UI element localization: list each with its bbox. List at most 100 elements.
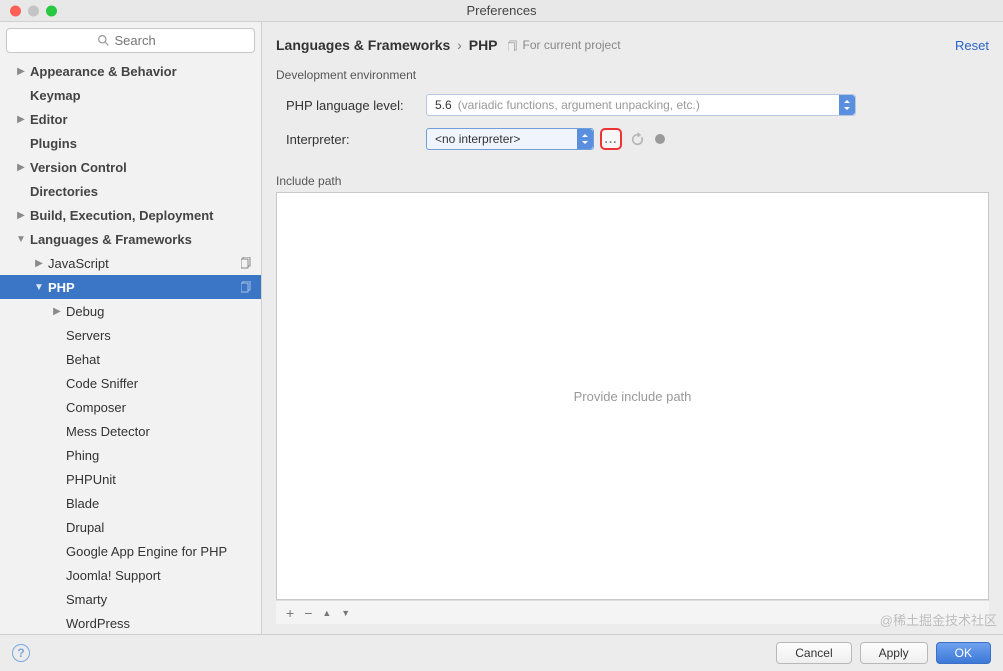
search-field[interactable] — [115, 33, 165, 48]
apply-button[interactable]: Apply — [860, 642, 928, 664]
tree-item-keymap[interactable]: Keymap — [0, 83, 261, 107]
include-path-list[interactable]: Provide include path — [276, 192, 989, 600]
tree-item-directories[interactable]: Directories — [0, 179, 261, 203]
expand-icon: ▶ — [34, 258, 44, 269]
section-development-environment: Development environment — [276, 68, 989, 82]
tree-item-phing[interactable]: Phing — [0, 443, 261, 467]
tree-item-smarty[interactable]: Smarty — [0, 587, 261, 611]
tree-item-editor[interactable]: ▶ Editor — [0, 107, 261, 131]
php-language-level-value: 5.6 — [435, 98, 452, 112]
tree-item-appearance-behavior[interactable]: ▶ Appearance & Behavior — [0, 59, 261, 83]
refresh-icon[interactable] — [630, 132, 645, 147]
scope-icon — [241, 281, 253, 293]
dropdown-arrows-icon — [577, 129, 593, 149]
dialog-footer: ? Cancel Apply OK — [0, 634, 1003, 670]
sidebar: ▶ Appearance & Behavior Keymap ▶ Editor Plugi… — [0, 22, 262, 634]
tree-item-label: Google App Engine for PHP — [66, 544, 227, 559]
tree-item-mess-detector[interactable]: Mess Detector — [0, 419, 261, 443]
tree-item-label: Drupal — [66, 520, 104, 535]
move-down-button[interactable]: ▼ — [341, 608, 350, 618]
breadcrumb-part-1: Languages & Frameworks — [276, 37, 450, 53]
tree-item-languages-frameworks[interactable]: ▼ Languages & Frameworks — [0, 227, 261, 251]
tree-item-debug[interactable]: ▶ Debug — [0, 299, 261, 323]
tree-item-label: Code Sniffer — [66, 376, 138, 391]
tree-item-label: Languages & Frameworks — [30, 232, 192, 247]
tree-item-label: Editor — [30, 112, 68, 127]
window-minimize-icon[interactable] — [28, 5, 39, 16]
interpreter-value: <no interpreter> — [435, 132, 520, 146]
window-title: Preferences — [466, 3, 536, 18]
search-input[interactable] — [6, 28, 255, 53]
tree-item-label: WordPress — [66, 616, 130, 631]
dropdown-arrows-icon — [839, 95, 855, 115]
tree-item-label: Keymap — [30, 88, 81, 103]
php-language-level-label: PHP language level: — [286, 98, 426, 113]
titlebar: Preferences — [0, 0, 1003, 22]
tree-item-version-control[interactable]: ▶ Version Control — [0, 155, 261, 179]
tree-item-google-app-engine-for-php[interactable]: Google App Engine for PHP — [0, 539, 261, 563]
tree-item-build-execution-deployment[interactable]: ▶ Build, Execution, Deployment — [0, 203, 261, 227]
php-language-level-hint: (variadic functions, argument unpacking,… — [458, 98, 700, 112]
tree-item-label: Behat — [66, 352, 100, 367]
tree-item-drupal[interactable]: Drupal — [0, 515, 261, 539]
settings-tree: ▶ Appearance & Behavior Keymap ▶ Editor Plugi… — [0, 59, 261, 634]
tree-item-label: PHPUnit — [66, 472, 116, 487]
expand-icon: ▶ — [16, 66, 26, 77]
tree-item-label: PHP — [48, 280, 75, 295]
window-zoom-icon[interactable] — [46, 5, 57, 16]
interpreter-browse-button[interactable]: ... — [600, 128, 622, 150]
project-scope-hint: For current project — [508, 38, 621, 52]
expand-icon: ▶ — [52, 306, 62, 317]
php-language-level-select[interactable]: 5.6 (variadic functions, argument unpack… — [426, 94, 856, 116]
remove-button[interactable]: − — [304, 605, 312, 621]
status-dot-icon — [655, 134, 665, 144]
interpreter-label: Interpreter: — [286, 132, 426, 147]
tree-item-joomla-support[interactable]: Joomla! Support — [0, 563, 261, 587]
ok-button[interactable]: OK — [936, 642, 991, 664]
expand-icon: ▶ — [16, 162, 26, 173]
move-up-button[interactable]: ▲ — [322, 608, 331, 618]
tree-item-label: Version Control — [30, 160, 127, 175]
tree-item-javascript[interactable]: ▶ JavaScript — [0, 251, 261, 275]
expand-icon: ▼ — [16, 234, 26, 245]
tree-item-composer[interactable]: Composer — [0, 395, 261, 419]
include-path-empty-hint: Provide include path — [277, 193, 988, 599]
tree-item-behat[interactable]: Behat — [0, 347, 261, 371]
expand-icon: ▶ — [16, 114, 26, 125]
tree-item-label: Composer — [66, 400, 126, 415]
add-button[interactable]: + — [286, 605, 294, 621]
tree-item-servers[interactable]: Servers — [0, 323, 261, 347]
project-scope-icon — [508, 40, 519, 51]
search-icon — [97, 34, 110, 47]
tree-item-label: Joomla! Support — [66, 568, 161, 583]
tree-item-plugins[interactable]: Plugins — [0, 131, 261, 155]
interpreter-select[interactable]: <no interpreter> — [426, 128, 594, 150]
tree-item-label: Build, Execution, Deployment — [30, 208, 213, 223]
breadcrumb-part-2: PHP — [469, 37, 498, 53]
tree-item-label: Directories — [30, 184, 98, 199]
cancel-button[interactable]: Cancel — [776, 642, 851, 664]
include-path-label: Include path — [276, 174, 989, 188]
scope-icon — [241, 257, 253, 269]
tree-item-phpunit[interactable]: PHPUnit — [0, 467, 261, 491]
content-pane: Languages & Frameworks › PHP For current… — [262, 22, 1003, 634]
help-button[interactable]: ? — [12, 644, 30, 662]
tree-item-blade[interactable]: Blade — [0, 491, 261, 515]
window-close-icon[interactable] — [10, 5, 21, 16]
tree-item-label: Servers — [66, 328, 111, 343]
tree-item-label: Blade — [66, 496, 99, 511]
tree-item-label: JavaScript — [48, 256, 109, 271]
tree-item-wordpress[interactable]: WordPress — [0, 611, 261, 634]
breadcrumb: Languages & Frameworks › PHP — [276, 37, 498, 53]
reset-link[interactable]: Reset — [955, 38, 989, 53]
tree-item-php[interactable]: ▼ PHP — [0, 275, 261, 299]
traffic-lights — [10, 5, 57, 16]
expand-icon: ▶ — [16, 210, 26, 221]
tree-item-code-sniffer[interactable]: Code Sniffer — [0, 371, 261, 395]
expand-icon: ▼ — [34, 282, 44, 293]
tree-item-label: Phing — [66, 448, 99, 463]
tree-item-label: Plugins — [30, 136, 77, 151]
tree-item-label: Appearance & Behavior — [30, 64, 177, 79]
tree-item-label: Smarty — [66, 592, 107, 607]
tree-item-label: Debug — [66, 304, 104, 319]
